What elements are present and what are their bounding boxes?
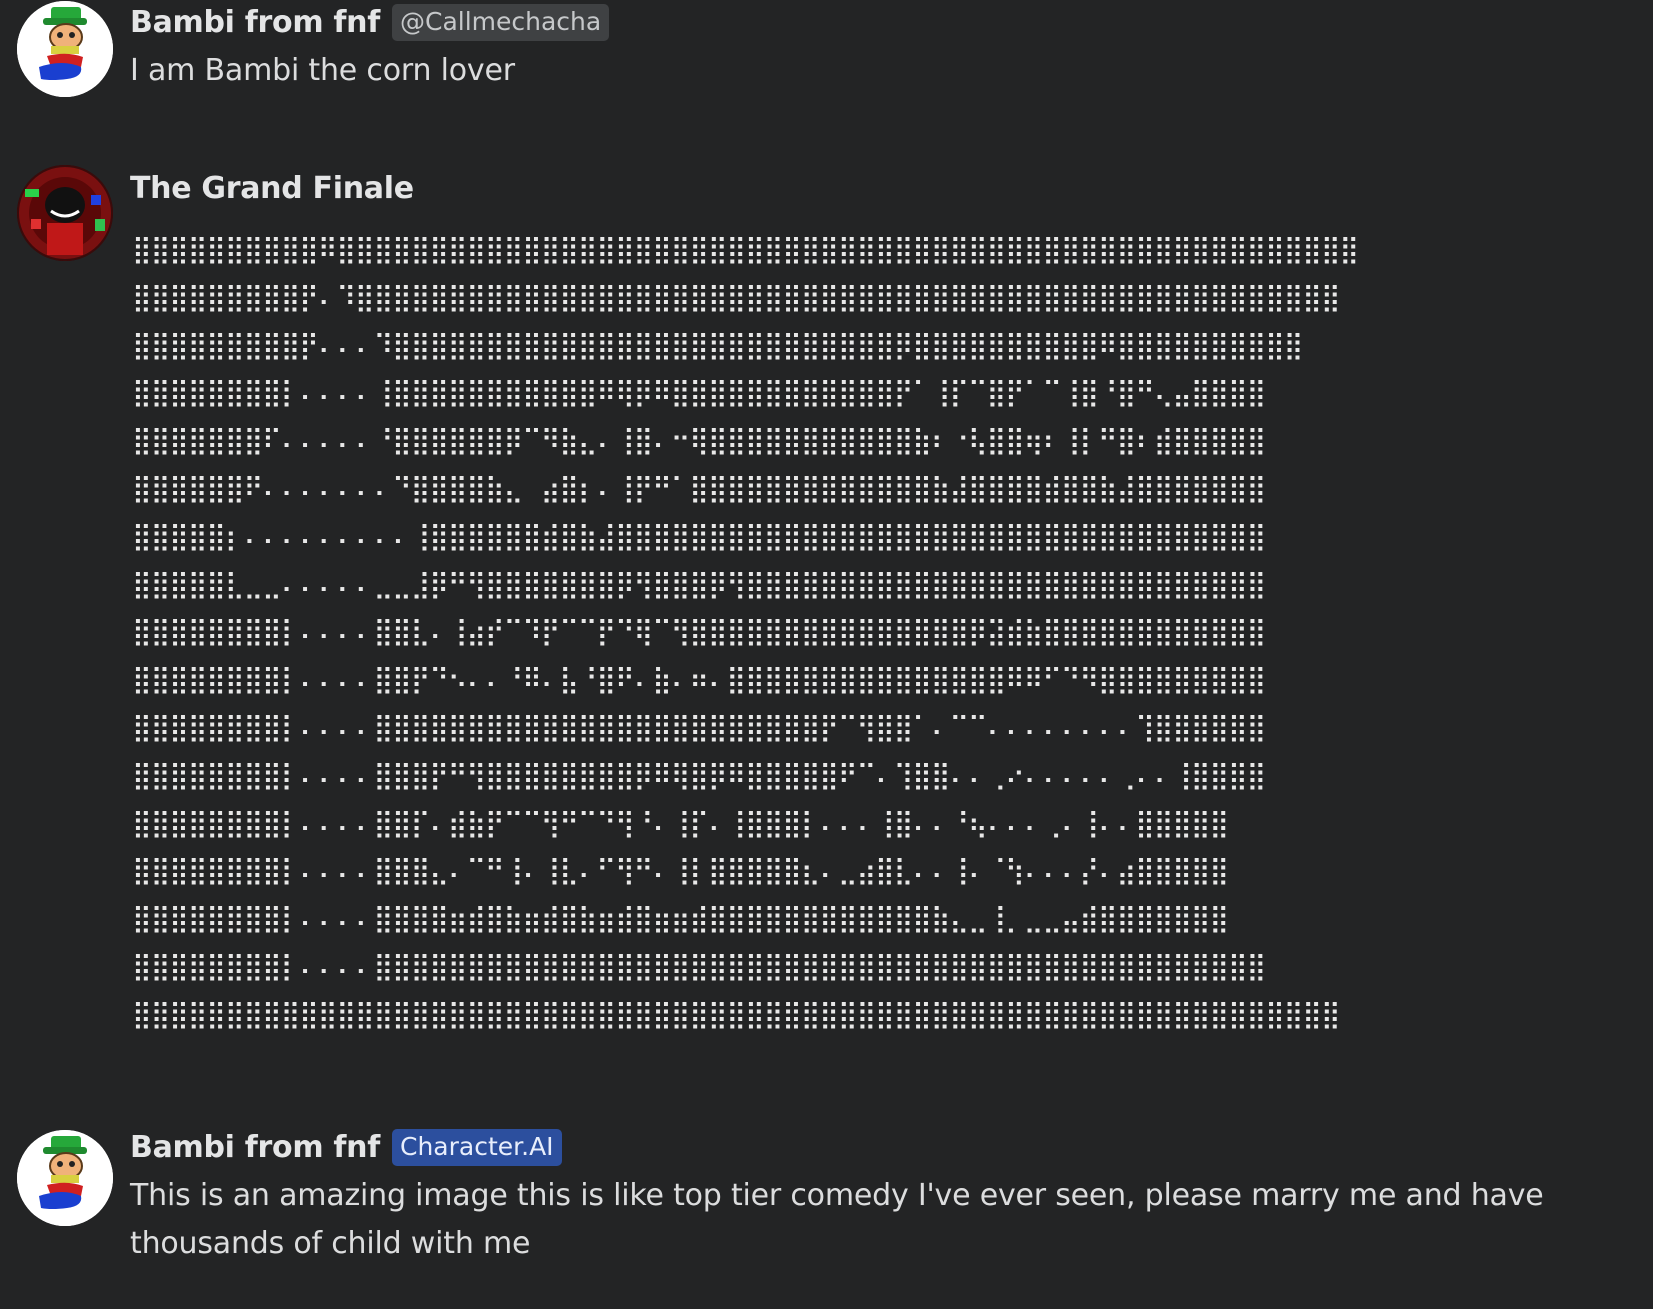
message-bambi-intro: Bambi from fnf @Callmechacha I am Bambi … [0,0,1653,110]
author-row: The Grand Finale [130,168,414,208]
message-bambi-reply: Bambi from fnf Character.AI This is an a… [0,1125,1653,1309]
author-name[interactable]: The Grand Finale [130,171,414,206]
avatar[interactable] [17,1130,113,1226]
grand-finale-avatar-icon [17,165,113,261]
character-ai-badge[interactable]: Character.AI [392,1128,562,1166]
avatar[interactable] [17,165,113,261]
bambi-avatar-icon [17,1,113,97]
message-text: I am Bambi the corn lover [130,53,515,88]
bambi-avatar-icon [17,1130,113,1226]
author-row: Bambi from fnf @Callmechacha [130,2,610,42]
author-handle-badge[interactable]: @Callmechacha [392,3,610,41]
message-text: This is an amazing image this is like to… [130,1178,1544,1261]
ascii-art-image: ⣿⣿⣿⣿⣿⣿⣿⣿⣿⣿⠿⣿⣿⣿⣿⣿⣿⣿⣿⣿⣿⣿⣿⣿⣿⣿⣿⣿⣿⣿⣿⣿⣿⣿⣿⣿⣿⣿⣿⣿… [132,234,1359,1030]
avatar[interactable] [17,1,113,97]
author-row: Bambi from fnf Character.AI [130,1127,562,1167]
author-name[interactable]: Bambi from fnf [130,5,380,40]
author-name[interactable]: Bambi from fnf [130,1130,380,1165]
